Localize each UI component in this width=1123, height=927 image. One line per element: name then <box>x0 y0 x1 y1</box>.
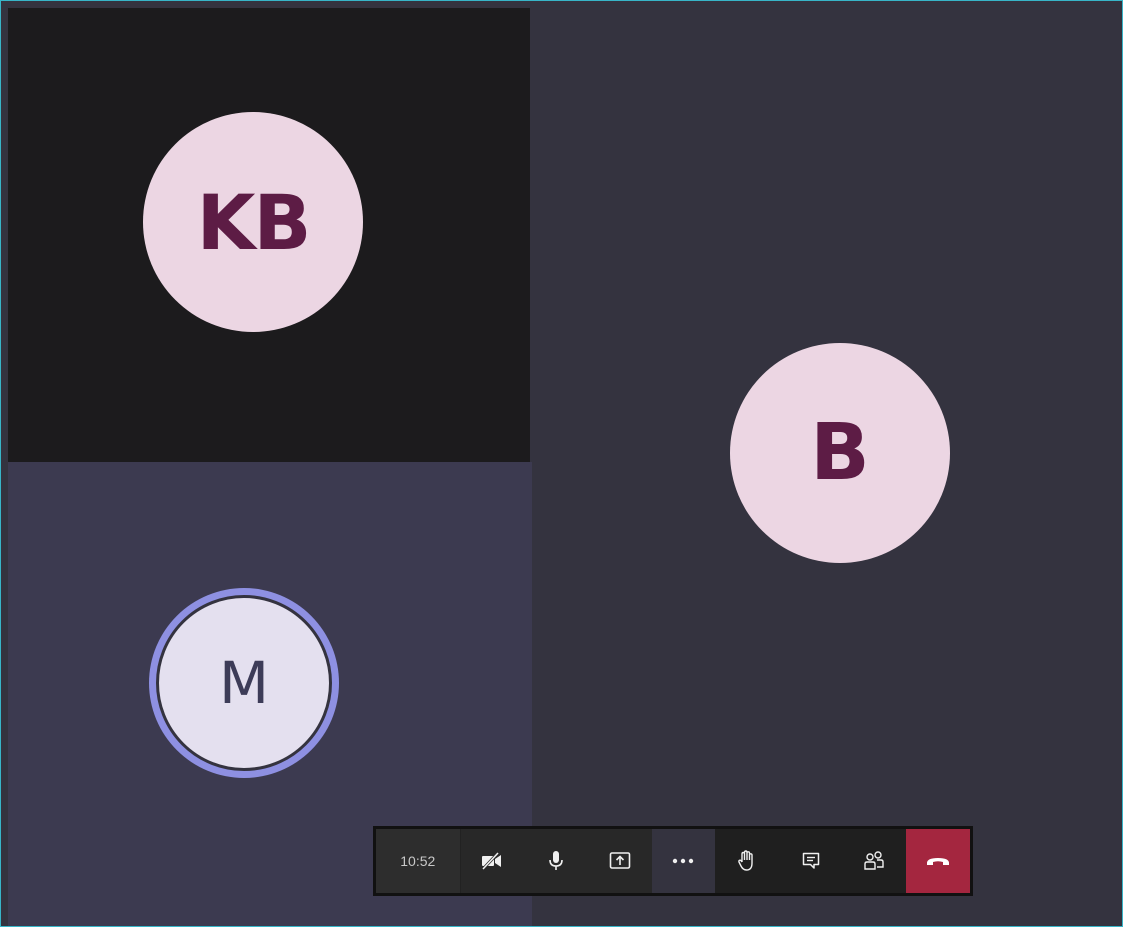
meeting-window: KB M B <box>0 0 1123 927</box>
avatar-b: B <box>730 343 950 563</box>
microphone-toggle-button[interactable] <box>524 829 588 893</box>
avatar-kb: KB <box>143 112 363 332</box>
people-icon <box>863 850 885 872</box>
more-options-icon <box>672 858 694 864</box>
raise-hand-button[interactable] <box>715 829 779 893</box>
more-options-button[interactable] <box>651 829 716 893</box>
call-duration: 10:52 <box>376 829 461 893</box>
participants-button[interactable] <box>842 829 907 893</box>
chat-button[interactable] <box>778 829 843 893</box>
avatar-m: M <box>156 595 332 771</box>
video-off-icon <box>481 852 503 870</box>
chat-icon <box>801 851 821 871</box>
participant-tile-kb[interactable]: KB <box>8 8 530 462</box>
share-screen-button[interactable] <box>587 829 652 893</box>
participant-tile-b[interactable]: B <box>532 8 1122 926</box>
hang-up-button[interactable] <box>906 829 970 893</box>
hang-up-icon <box>926 855 950 867</box>
call-controls-toolbar: 10:52 <box>373 826 973 896</box>
raise-hand-icon <box>737 850 757 872</box>
share-screen-icon <box>609 851 631 871</box>
camera-toggle-button[interactable] <box>460 829 525 893</box>
microphone-icon <box>548 850 564 872</box>
